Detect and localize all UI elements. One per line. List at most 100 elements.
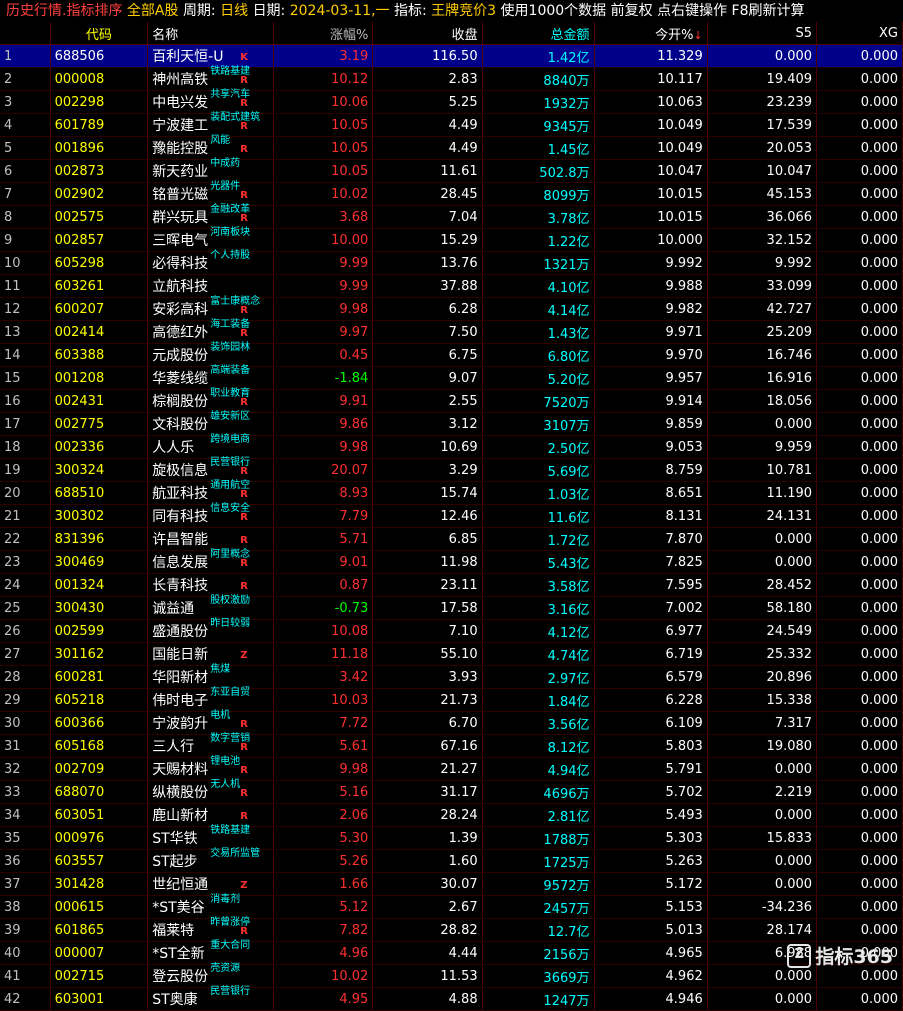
concept-tag: 交易所监管	[210, 848, 261, 859]
stock-name-text: 安彩高科	[152, 302, 209, 318]
table-row[interactable]: 35 000976 ST华铁 铁路基建 5.30 1.39 1788万 5.303 15.833…	[0, 825, 903, 850]
row-index: 4	[0, 113, 51, 137]
table-row[interactable]: 31 605168 三人行 数字营销 R 5.61 67.16 8.12亿 5.803 19.08…	[0, 733, 903, 758]
row-index: 28	[0, 665, 51, 689]
table-row[interactable]: 22 831396 许昌智能 R 5.71 6.85 1.72亿 7.870 0.000 0.00…	[0, 527, 903, 551]
open-pct: 6.719	[594, 642, 708, 666]
xg-value: 0.000	[816, 734, 903, 758]
row-index: 16	[0, 389, 51, 413]
xg-value: 0.000	[816, 596, 903, 620]
s5-value: 24.549	[707, 619, 818, 643]
s5-value: 11.190	[707, 481, 818, 505]
date-value[interactable]: 2024-03-11,一	[290, 3, 390, 19]
table-row[interactable]: 29 605218 伟时电子 东亚自贸 10.03 21.73 1.84亿 6.228 15.3…	[0, 687, 903, 712]
table-row[interactable]: 14 603388 元成股份 装饰园林 0.45 6.75 6.80亿 9.970 16.746…	[0, 342, 903, 367]
stock-code: 002414	[50, 320, 149, 344]
table-row[interactable]: 25 300430 诚益通 股权激励 -0.73 17.58 3.16亿 7.002 58.18…	[0, 595, 903, 620]
table-row[interactable]: 24 001324 长青科技 R 0.87 23.11 3.58亿 7.595 28.452 0.…	[0, 573, 903, 597]
table-row[interactable]: 10 605298 必得科技 个人持股 9.99 13.76 1321万 9.992 9.992…	[0, 250, 903, 275]
col-amount[interactable]: 总金额	[482, 22, 595, 45]
open-pct: 10.000	[594, 228, 708, 252]
table-row[interactable]: 8 002575 群兴玩具 金融改革 R 3.68 7.04 3.78亿 10.015 36.06…	[0, 204, 903, 229]
table-row[interactable]: 37 301428 世纪恒通 Z 1.66 30.07 9572万 5.172 0.000 0.0…	[0, 872, 903, 896]
table-row[interactable]: 26 002599 盛通股份 昨日较弱 10.08 7.10 4.12亿 6.977 24.54…	[0, 618, 903, 643]
close-price: 30.07	[372, 872, 483, 896]
col-change[interactable]: 涨幅%	[273, 22, 374, 45]
market-scope[interactable]: 全部A股	[127, 3, 179, 19]
close-price: 2.83	[372, 67, 483, 91]
table-row[interactable]: 13 002414 高德红外 海工装备 R 9.97 7.50 1.43亿 9.971 25.20…	[0, 319, 903, 344]
total-amount: 4.10亿	[482, 274, 595, 298]
table-row[interactable]: 19 300324 旋极信息 民营银行 R 20.07 3.29 5.69亿 8.759 10.7…	[0, 457, 903, 482]
col-code[interactable]: 代码	[50, 22, 149, 45]
indicator-value[interactable]: 王牌竞价3	[431, 3, 496, 19]
open-pct: 11.329	[594, 44, 708, 68]
xg-value: 0.000	[816, 665, 903, 689]
xg-value: 0.000	[816, 90, 903, 114]
row-index: 29	[0, 688, 51, 712]
table-row[interactable]: 32 002709 天赐材料 锂电池 R 9.98 21.27 4.94亿 5.791 0.000…	[0, 756, 903, 781]
table-row[interactable]: 40 000007 *ST全新 重大合同 4.96 4.44 2156万 4.965 6.988…	[0, 940, 903, 965]
table-row[interactable]: 7 002902 铭普光磁 光器件 R 10.02 28.45 8099万 10.015 45.1…	[0, 181, 903, 206]
period-value[interactable]: 日线	[220, 3, 248, 19]
stock-name-text: ST华铁	[152, 831, 198, 847]
table-row[interactable]: 28 600281 华阳新材 焦煤 3.42 3.93 2.97亿 6.579 20.896 0.…	[0, 664, 903, 689]
row-index: 8	[0, 205, 51, 229]
table-row[interactable]: 9 002857 三晖电气 河南板块 10.00 15.29 1.22亿 10.000 32.1…	[0, 227, 903, 252]
stock-name: 元成股份 装饰园林	[147, 342, 275, 367]
row-index: 20	[0, 481, 51, 505]
col-s5[interactable]: S5	[707, 22, 818, 45]
concept-tag: 跨境电商	[210, 434, 251, 445]
table-row[interactable]: 1 688506 百利天恒-U K 3.19 116.50 1.42亿 11.329 0.000…	[0, 44, 903, 68]
table-row[interactable]: 3 002298 中电兴发 共享汽车 R 10.06 5.25 1932万 10.063 23.2…	[0, 89, 903, 114]
status-flag: R	[240, 535, 248, 546]
table-row[interactable]: 27 301162 国能日新 Z 11.18 55.10 4.74亿 6.719 25.332 0…	[0, 642, 903, 666]
xg-value: 0.000	[816, 205, 903, 229]
col-name[interactable]: 名称	[147, 22, 275, 45]
table-row[interactable]: 20 688510 航亚科技 通用航空 R 8.93 15.74 1.03亿 8.651 11.1…	[0, 480, 903, 505]
stock-code: 605298	[50, 251, 149, 275]
table-row[interactable]: 5 001896 豫能控股 风能 R 10.05 4.49 1.45亿 10.049 20.053…	[0, 135, 903, 160]
change-pct: 10.03	[273, 688, 374, 712]
s5-value: 33.099	[707, 274, 818, 298]
col-open[interactable]: 今开%↓	[594, 22, 708, 45]
table-row[interactable]: 36 603557 ST起步 交易所监管 5.26 1.60 1725万 5.263 0.000…	[0, 848, 903, 873]
stock-name-text: 百利天恒-U	[152, 49, 224, 65]
table-row[interactable]: 33 688070 纵横股份 无人机 R 5.16 31.17 4696万 5.702 2.219…	[0, 779, 903, 804]
table-row[interactable]: 17 002775 文科股份 雄安新区 9.86 3.12 3107万 9.859 0.000 0…	[0, 411, 903, 436]
s5-value: 2.219	[707, 780, 818, 804]
row-index: 24	[0, 573, 51, 597]
table-row[interactable]: 23 300469 信息发展 阿里概念 R 9.01 11.98 5.43亿 7.825 0.00…	[0, 549, 903, 574]
change-pct: 4.96	[273, 941, 374, 965]
table-row[interactable]: 30 600366 宁波韵升 电机 R 7.72 6.70 3.56亿 6.109 7.317 0.…	[0, 710, 903, 735]
table-row[interactable]: 6 002873 新天药业 中成药 10.05 11.61 502.8万 10.047 10.0…	[0, 158, 903, 183]
row-index: 31	[0, 734, 51, 758]
sort-desc-icon: ↓	[693, 28, 703, 42]
change-pct: 9.98	[273, 297, 374, 321]
table-row[interactable]: 4 601789 宁波建工 装配式建筑 R 10.05 4.49 9345万 10.049 17.…	[0, 112, 903, 137]
table-row[interactable]: 16 002431 棕榈股份 职业教育 R 9.91 2.55 7520万 9.914 18.05…	[0, 388, 903, 413]
table-row[interactable]: 34 603051 鹿山新材 R 2.06 28.24 2.81亿 5.493 0.000 0.0…	[0, 803, 903, 827]
table-row[interactable]: 21 300302 同有科技 信息安全 R 7.79 12.46 11.6亿 8.131 24.1…	[0, 503, 903, 528]
xg-value: 0.000	[816, 780, 903, 804]
table-row[interactable]: 39 601865 福莱特 昨曾涨停 R 7.82 28.82 12.7亿 5.013 28.17…	[0, 917, 903, 942]
close-price: 7.10	[372, 619, 483, 643]
total-amount: 2.81亿	[482, 803, 595, 827]
col-close[interactable]: 收盘	[372, 22, 483, 45]
open-pct: 4.965	[594, 941, 708, 965]
stock-name-text: *ST美谷	[152, 900, 205, 916]
concept-tag: 富士康概念	[210, 296, 261, 307]
stock-code: 601865	[50, 918, 149, 942]
table-row[interactable]: 2 000008 神州高铁 铁路基建 R 10.12 2.83 8840万 10.117 19.4…	[0, 66, 903, 91]
table-row[interactable]: 12 600207 安彩高科 富士康概念 R 9.98 6.28 4.14亿 9.982 42.7…	[0, 296, 903, 321]
xg-value: 0.000	[816, 481, 903, 505]
col-xg[interactable]: XG	[816, 22, 903, 45]
table-row[interactable]: 18 002336 人人乐 跨境电商 9.98 10.69 2.50亿 9.053 9.959 0…	[0, 434, 903, 459]
table-row[interactable]: 42 603001 ST奥康 民营银行 4.95 4.88 1247万 4.946 0.000 0…	[0, 986, 903, 1011]
table-row[interactable]: 41 002715 登云股份 壳资源 10.02 11.53 3669万 4.962 0.000…	[0, 963, 903, 988]
table-row[interactable]: 38 000615 *ST美谷 消毒剂 5.12 2.67 2457万 5.153 -34.23…	[0, 894, 903, 919]
stock-code: 688070	[50, 780, 149, 804]
table-row[interactable]: 15 001208 华菱线缆 高端装备 -1.84 9.07 5.20亿 9.957 16.91…	[0, 365, 903, 390]
row-index: 10	[0, 251, 51, 275]
table-row[interactable]: 11 603261 立航科技 9.99 37.88 4.10亿 9.988 33.099 0.0…	[0, 274, 903, 298]
